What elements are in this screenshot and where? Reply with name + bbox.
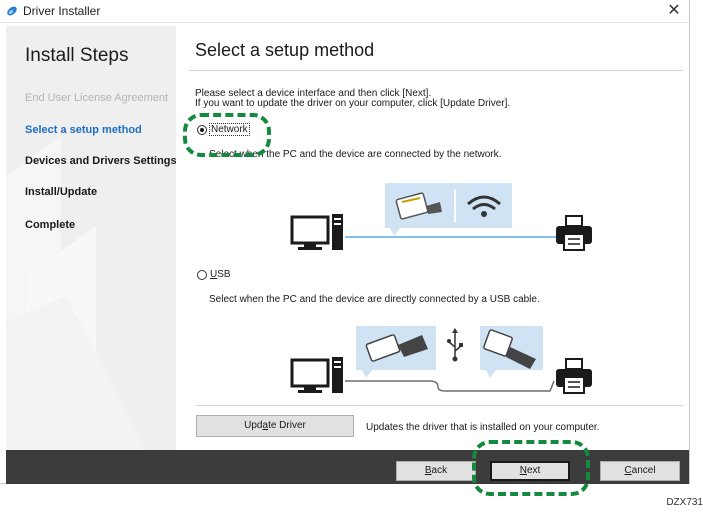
cancel-label-mnemonic: C — [624, 465, 632, 476]
back-label-rest: ack — [431, 465, 448, 476]
step-end-user-license-agreement: End User License Agreement — [25, 92, 169, 104]
app-logo-icon — [7, 6, 17, 16]
printer-icon — [556, 215, 592, 251]
network-illustration — [290, 183, 592, 251]
close-button[interactable]: ✕ — [661, 0, 687, 22]
figure-code: DZX731 — [666, 497, 703, 508]
step-complete: Complete — [25, 219, 76, 231]
network-highlight — [183, 113, 271, 157]
update-driver-button[interactable]: Update Driver — [196, 415, 354, 437]
update-driver-label-post: te Driver — [268, 420, 306, 431]
back-button[interactable]: Back — [396, 461, 476, 481]
usb-radio-label: USB — [210, 269, 231, 280]
cancel-button[interactable]: Cancel — [600, 461, 680, 481]
sidebar-decoration — [6, 136, 146, 450]
window-title: Driver Installer — [23, 4, 101, 18]
step-devices-and-drivers-settings: Devices and Drivers Settings — [25, 155, 176, 167]
usb-radio[interactable]: USB — [197, 269, 231, 280]
steps-sidebar: Install Steps End User License Agreement… — [6, 26, 176, 450]
title-divider — [189, 70, 683, 71]
computer-icon — [290, 357, 343, 393]
sidebar-heading: Install Steps — [25, 45, 129, 66]
title-bar: Driver Installer ✕ — [0, 0, 689, 23]
usb-illustration — [290, 326, 592, 394]
close-icon: ✕ — [667, 2, 681, 19]
update-driver-description: Updates the driver that is installed on … — [366, 422, 600, 433]
cancel-label-rest: ancel — [631, 465, 656, 476]
usb-radio-indicator — [197, 269, 207, 280]
next-highlight — [472, 440, 590, 496]
computer-icon — [290, 214, 343, 250]
back-label-mnemonic: B — [424, 465, 432, 476]
step-install-update: Install/Update — [25, 186, 98, 198]
step-select-setup-method: Select a setup method — [25, 124, 142, 136]
printer-icon — [556, 358, 592, 394]
update-driver-label-pre: Upd — [244, 420, 263, 431]
instruction-line-2: If you want to update the driver on your… — [195, 98, 511, 109]
usb-symbol-icon — [447, 328, 463, 362]
page-title: Select a setup method — [195, 40, 375, 60]
usb-description: Select when the PC and the device are di… — [209, 294, 540, 305]
usb-label-rest: SB — [217, 269, 231, 280]
update-divider — [196, 405, 683, 406]
